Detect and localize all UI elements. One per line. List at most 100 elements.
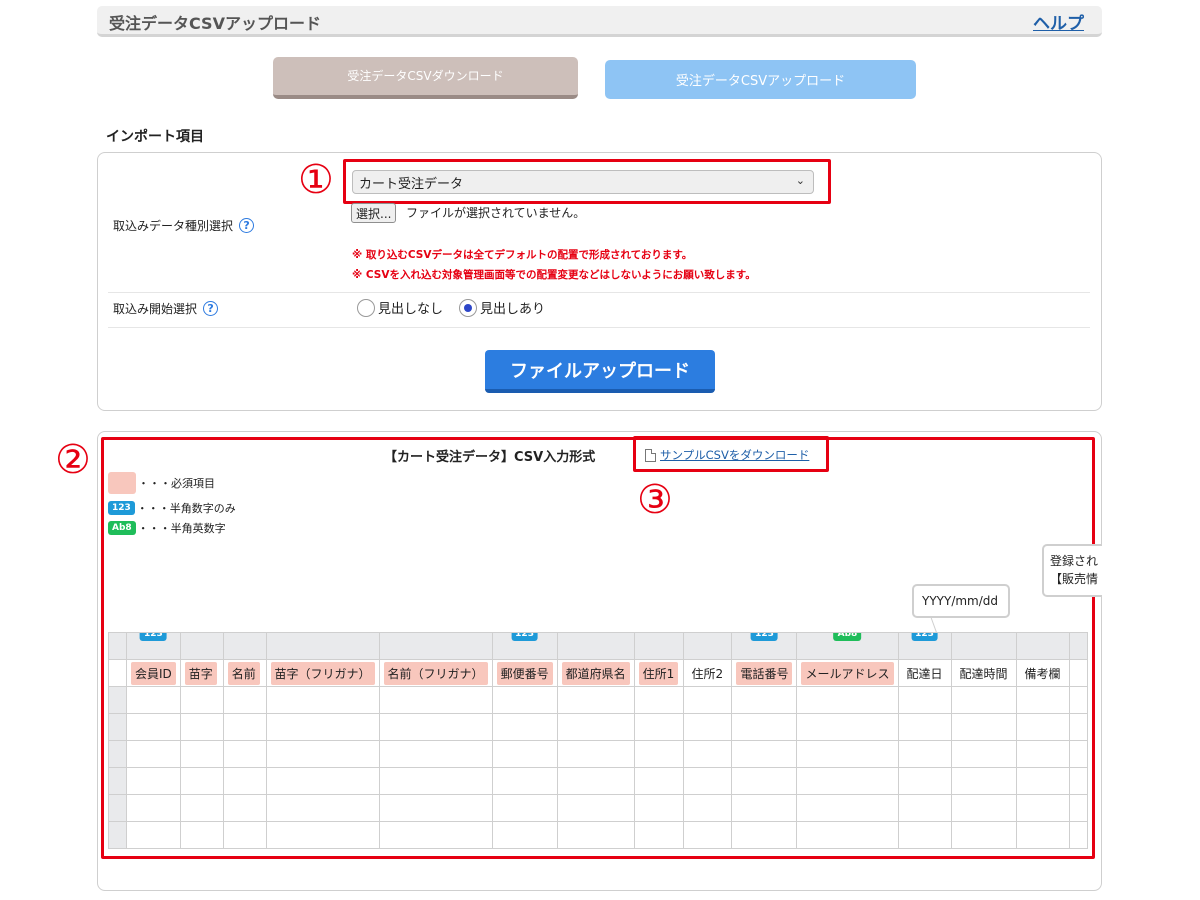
column-type-cell: 123: [491, 632, 558, 660]
table-cell: [378, 740, 493, 768]
table-cell: [126, 713, 181, 741]
chevron-down-icon: ⌄: [795, 174, 805, 187]
table-cell: [1068, 794, 1088, 822]
row-header-cell: [108, 767, 127, 795]
radio-circle-unchecked[interactable]: [357, 298, 375, 317]
radio-no-header-label: 見出しなし: [378, 302, 444, 317]
radio-no-header[interactable]: 見出しなし: [357, 298, 443, 317]
start-label: 取込み開始選択: [113, 302, 198, 316]
help-question-icon[interactable]: ?: [239, 218, 255, 233]
document-icon: [645, 448, 656, 462]
table-cell: [1068, 740, 1088, 768]
table-cell: [1068, 713, 1088, 741]
table-cell: [179, 794, 224, 822]
table-cell: [222, 686, 267, 714]
table-cell: [179, 821, 224, 849]
page-header: 受注データCSVアップロード ヘルプ: [97, 6, 1102, 37]
table-cell: [222, 794, 267, 822]
column-header-label: メールアドレス: [801, 661, 894, 685]
column-type-cell: [222, 632, 267, 660]
table-cell: [731, 767, 798, 795]
data-type-select[interactable]: カート受注データ ⌄: [352, 170, 814, 194]
data-type-label: 取込みデータ種別選択: [113, 219, 234, 233]
table-cell: [179, 686, 224, 714]
column-header-label: 都道府県名: [561, 661, 630, 685]
table-cell: [222, 713, 267, 741]
radio-header[interactable]: 見出しあり: [459, 298, 545, 317]
table-cell: [731, 713, 798, 741]
table-cell: [950, 821, 1017, 849]
table-cell: [179, 713, 224, 741]
column-header: 住所1: [633, 659, 684, 687]
table-row: [108, 713, 1088, 741]
table-cell: [731, 740, 798, 768]
tooltip-line-2: 【販売情: [1050, 572, 1099, 586]
table-cell: [897, 821, 952, 849]
legend-required: ・・・必須項目: [108, 472, 215, 494]
table-cell: [126, 794, 181, 822]
table-cell: [179, 767, 224, 795]
table-cell: [950, 740, 1017, 768]
import-section-label: インポート項目: [106, 129, 204, 145]
table-cell: [265, 821, 380, 849]
divider: [108, 327, 1090, 328]
table-cell: [633, 821, 684, 849]
warning-text-2: ※ CSVを入れ込む対象管理画面等での配置変更などはしないようにお願い致します。: [352, 269, 756, 281]
column-header: 名前: [222, 659, 267, 687]
numeric-badge: 123: [911, 633, 938, 641]
table-cell: [731, 821, 798, 849]
column-type-cell: 123: [731, 632, 798, 660]
table-cell: [633, 740, 684, 768]
column-header: 備考欄: [1015, 659, 1070, 687]
column-type-cell: [179, 632, 224, 660]
table-cell: [378, 794, 493, 822]
table-cell: [222, 767, 267, 795]
column-header-label: 電話番号: [736, 661, 793, 685]
table-cell: [491, 767, 558, 795]
date-format-tooltip: YYYY/mm/dd: [912, 584, 1010, 618]
divider: [108, 292, 1090, 293]
table-cell: [682, 713, 733, 741]
table-cell: [897, 794, 952, 822]
table-row: [108, 794, 1088, 822]
column-header: 苗字: [179, 659, 224, 687]
radio-circle-checked[interactable]: [459, 298, 477, 317]
column-type-cell: 123: [897, 632, 952, 660]
file-upload-button[interactable]: ファイルアップロード: [485, 350, 715, 393]
row-header-cell: [108, 713, 127, 741]
table-cell: [491, 794, 558, 822]
column-header-label: 配達時間: [959, 666, 1008, 681]
table-row: [108, 821, 1088, 849]
legend-alpha-text: ・・・半角英数字: [137, 522, 226, 535]
table-cell: [682, 821, 733, 849]
column-header-label: 苗字: [184, 661, 217, 685]
table-row: 123 123 123 Ab8 123: [108, 632, 1088, 660]
column-header-label: 苗字（フリガナ）: [270, 661, 375, 685]
column-header: [1068, 659, 1088, 687]
numeric-badge: 123: [511, 633, 538, 641]
tooltip-line-1: 登録され: [1050, 554, 1099, 568]
table-cell: [265, 686, 380, 714]
table-cell: [1015, 821, 1070, 849]
file-choose-button[interactable]: 選択...: [351, 203, 397, 223]
column-header: 電話番号: [731, 659, 798, 687]
tab-csv-download[interactable]: 受注データCSVダウンロード: [273, 57, 578, 99]
table-cell: [222, 821, 267, 849]
column-header: 名前（フリガナ）: [378, 659, 493, 687]
table-row: [108, 740, 1088, 768]
help-question-icon[interactable]: ?: [203, 301, 219, 316]
csv-format-table: 123 123 123 Ab8 123 会員ID 苗字 名前 苗字（フリガナ） 名前（フリガナ） 郵…: [108, 632, 1088, 849]
marker-2: ②: [55, 437, 91, 483]
column-header: 苗字（フリガナ）: [265, 659, 380, 687]
sample-csv-download-link[interactable]: サンプルCSVをダウンロード: [645, 447, 809, 463]
legend-numeric-text: ・・・半角数字のみ: [136, 502, 236, 515]
registration-tooltip: 登録され 【販売情: [1042, 544, 1102, 597]
table-cell: [556, 794, 635, 822]
marker-3: ③: [637, 477, 673, 523]
table-cell: [222, 740, 267, 768]
help-link[interactable]: ヘルプ: [1033, 9, 1084, 34]
tab-csv-upload[interactable]: 受注データCSVアップロード: [605, 60, 916, 99]
table-cell: [731, 686, 798, 714]
table-cell: [1015, 686, 1070, 714]
column-header-label: 会員ID: [131, 661, 176, 685]
